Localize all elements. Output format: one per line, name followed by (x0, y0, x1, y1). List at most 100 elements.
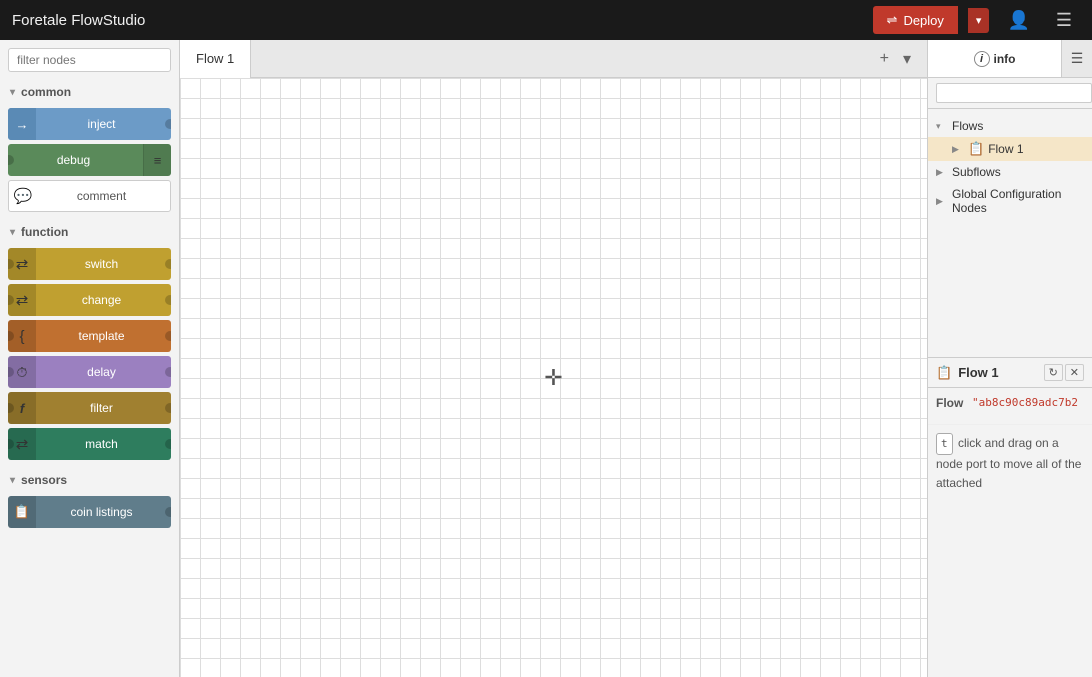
delay-port-right (165, 367, 171, 377)
canvas-tab-actions: + ▾ (874, 47, 927, 71)
node-group-function: ▾ function ⇄ switch ⇄ change (0, 220, 179, 464)
sensors-node-list: 📋 coin listings (0, 492, 179, 532)
info-tab-label: info (994, 52, 1016, 66)
switch-port-right (165, 259, 171, 269)
refresh-button[interactable]: ↻ (1044, 364, 1063, 381)
add-tab-button[interactable]: + (874, 48, 895, 70)
chevron-down-icon: ▾ (10, 227, 15, 238)
function-node-list: ⇄ switch ⇄ change { template (0, 244, 179, 464)
debug-icon: ≡ (143, 144, 171, 176)
deploy-button[interactable]: ⇌ Deploy (873, 6, 958, 34)
inject-icon: → (8, 108, 36, 140)
group-function-label: function (21, 225, 68, 239)
coin-listings-label: coin listings (36, 505, 171, 519)
node-group-function-header[interactable]: ▾ function (0, 220, 179, 244)
topbar: Foretale FlowStudio ⇌ Deploy ▾ 👤 ☰ (0, 0, 1092, 40)
tree-flow1[interactable]: ▶ 📋 Flow 1 (928, 137, 1092, 161)
close-panel-button[interactable]: ✕ (1065, 364, 1084, 381)
common-node-list: → inject debug ≡ 💬 comment (0, 104, 179, 216)
switch-label: switch (36, 257, 171, 271)
flow1-bottom-label: Flow 1 (958, 365, 998, 380)
info-icon: i (974, 51, 990, 67)
main-area: ▾ common → inject debug ≡ 💬 (0, 40, 1092, 677)
tree-subflows-label: Subflows (952, 165, 1084, 179)
template-label: template (36, 329, 171, 343)
right-tabs: i info ☰ (928, 40, 1092, 78)
tab-info[interactable]: i info (928, 40, 1062, 77)
help-action-text: click (958, 436, 981, 450)
change-label: change (36, 293, 171, 307)
right-sidebar: i info ☰ 🔍 ▾ Flows ▶ 📋 Flow 1 ▶ (927, 40, 1092, 677)
canvas-area: Flow 1 + ▾ ✛ (180, 40, 927, 677)
node-coin-listings[interactable]: 📋 coin listings (8, 496, 171, 528)
chevron-right-icon: ▶ (952, 144, 964, 155)
menu-button[interactable]: ☰ (1048, 6, 1080, 35)
template-port-right (165, 331, 171, 341)
filter-label: filter (36, 401, 171, 415)
delay-label: delay (36, 365, 171, 379)
right-bottom-panel: 📋 Flow 1 ↻ ✕ Flow "ab8c90c89adc7b2 t cli… (928, 357, 1092, 677)
node-comment[interactable]: 💬 comment (8, 180, 171, 212)
deploy-dropdown-button[interactable]: ▾ (968, 8, 990, 33)
node-filter[interactable]: f filter (8, 392, 171, 424)
deploy-icon: ⇌ (887, 12, 898, 28)
canvas-tab-flow1[interactable]: Flow 1 (180, 40, 251, 78)
inject-port-right (165, 119, 171, 129)
change-port-right (165, 295, 171, 305)
group-common-label: common (21, 85, 71, 99)
right-bottom-actions: ↻ ✕ (1044, 364, 1084, 381)
tree-subflows[interactable]: ▶ Subflows (928, 161, 1092, 183)
tree-flows[interactable]: ▾ Flows (928, 115, 1092, 137)
right-bottom-header: 📋 Flow 1 ↻ ✕ (928, 358, 1092, 388)
chevron-right-icon: ▶ (936, 196, 948, 207)
user-button[interactable]: 👤 (999, 6, 1037, 35)
node-group-common-header[interactable]: ▾ common (0, 80, 179, 104)
match-port-right (165, 439, 171, 449)
node-change[interactable]: ⇄ change (8, 284, 171, 316)
debug-label: debug (8, 153, 143, 167)
right-tree-content: ▾ Flows ▶ 📋 Flow 1 ▶ Subflows ▶ Global C… (928, 109, 1092, 357)
flow1-bottom-icon: 📋 (936, 365, 952, 381)
chevron-down-icon: ▾ (10, 475, 15, 486)
node-group-sensors: ▾ sensors 📋 coin listings (0, 468, 179, 532)
chevron-down-icon: ▾ (936, 121, 948, 132)
right-tab-menu-button[interactable]: ☰ (1062, 40, 1092, 77)
canvas-tab-flow1-label: Flow 1 (196, 51, 234, 66)
comment-label: comment (37, 189, 170, 203)
help-key-icon: t (936, 433, 953, 455)
node-group-common: ▾ common → inject debug ≡ 💬 (0, 80, 179, 216)
flow-property-value: "ab8c90c89adc7b2 (972, 396, 1078, 409)
canvas-cursor-icon: ✛ (544, 365, 562, 391)
coin-listings-icon: 📋 (8, 496, 36, 528)
flow-property-row: Flow "ab8c90c89adc7b2 (936, 396, 1084, 410)
tab-menu-button[interactable]: ▾ (897, 47, 917, 71)
inject-label: inject (36, 117, 171, 131)
right-search-bar: 🔍 (928, 78, 1092, 109)
node-match[interactable]: ⇄ match (8, 428, 171, 460)
node-group-sensors-header[interactable]: ▾ sensors (0, 468, 179, 492)
right-bottom-body: Flow "ab8c90c89adc7b2 (928, 388, 1092, 424)
right-search-input[interactable] (936, 83, 1092, 103)
filter-port-right (165, 403, 171, 413)
deploy-label: Deploy (903, 13, 943, 28)
filter-nodes-input[interactable] (8, 48, 171, 72)
flow1-icon: 📋 (968, 141, 984, 157)
match-label: match (36, 437, 171, 451)
chevron-down-icon: ▾ (10, 87, 15, 98)
group-sensors-label: sensors (21, 473, 67, 487)
canvas-grid[interactable]: ✛ (180, 78, 927, 677)
tree-global-config-label: Global Configuration Nodes (952, 187, 1084, 215)
tree-flows-label: Flows (952, 119, 1084, 133)
node-switch[interactable]: ⇄ switch (8, 248, 171, 280)
tree-flow1-label: Flow 1 (988, 142, 1084, 156)
tree-global-config[interactable]: ▶ Global Configuration Nodes (928, 183, 1092, 219)
flow-property-key: Flow (936, 396, 966, 410)
node-debug[interactable]: debug ≡ (8, 144, 171, 176)
app-title: Foretale FlowStudio (12, 12, 863, 29)
right-bottom-title: 📋 Flow 1 (936, 365, 1038, 381)
canvas-tabs: Flow 1 + ▾ (180, 40, 927, 78)
chevron-right-icon: ▶ (936, 167, 948, 178)
node-delay[interactable]: ⏱ delay (8, 356, 171, 388)
node-inject[interactable]: → inject (8, 108, 171, 140)
node-template[interactable]: { template (8, 320, 171, 352)
